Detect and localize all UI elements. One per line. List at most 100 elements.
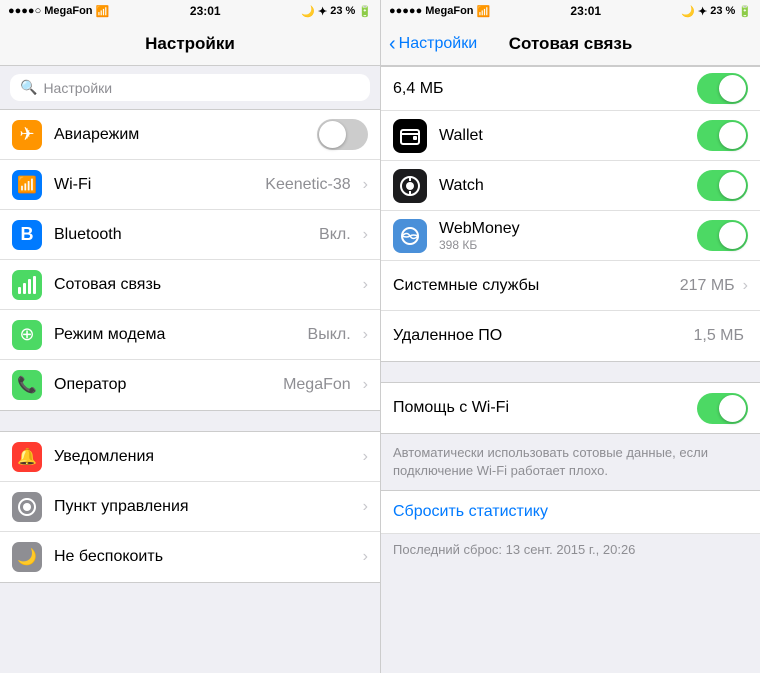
bluetooth-icon: B bbox=[12, 220, 42, 250]
right-status-bar: ●●●●● MegaFon 📶 23:01 🌙 ✦ 23 % 🔋 bbox=[381, 0, 760, 22]
airplane-toggle[interactable] bbox=[317, 119, 368, 150]
remote-software-item[interactable]: Удаленное ПО 1,5 МБ bbox=[381, 311, 760, 361]
system-services-arrow: › bbox=[743, 277, 748, 295]
bluetooth-status-icon: ✦ bbox=[318, 5, 327, 18]
wifi-assist-info: Автоматически использовать сотовые данны… bbox=[381, 436, 760, 490]
top-partial-section: 6,4 МБ Wallet Watch bbox=[381, 66, 760, 362]
wifi-icon: 📶 bbox=[12, 170, 42, 200]
hotspot-item[interactable]: ⊕ Режим модема Выкл. › bbox=[0, 310, 380, 360]
right-bluetooth-icon: ✦ bbox=[698, 5, 707, 18]
wallet-item[interactable]: Wallet bbox=[381, 111, 760, 161]
wifi-assist-item[interactable]: Помощь с Wi-Fi bbox=[381, 383, 760, 433]
dnd-right: › bbox=[359, 548, 368, 566]
system-services-label: Системные службы bbox=[393, 277, 680, 295]
wifi-assist-description: Автоматически использовать сотовые данны… bbox=[393, 445, 708, 478]
search-placeholder: Настройки bbox=[43, 80, 112, 96]
last-reset-text: Последний сброс: 13 сент. 2015 г., 20:26 bbox=[393, 542, 635, 557]
group-gap-1 bbox=[0, 413, 380, 431]
left-battery: 23 % bbox=[330, 5, 355, 17]
right-carrier-signal: ●●●●● MegaFon 📶 bbox=[389, 5, 490, 18]
moon-icon: 🌙 bbox=[301, 5, 315, 18]
webmoney-toggle[interactable] bbox=[697, 220, 748, 251]
hotspot-right: Выкл. › bbox=[308, 326, 368, 344]
airplane-label: Авиарежим bbox=[54, 126, 139, 144]
search-bar: 🔍 Настройки bbox=[0, 66, 380, 109]
notifications-item[interactable]: 🔔 Уведомления › bbox=[0, 432, 380, 482]
airplane-mode-item[interactable]: ✈ Авиарежим bbox=[0, 110, 380, 160]
airplane-right bbox=[317, 119, 368, 150]
last-reset-block: Последний сброс: 13 сент. 2015 г., 20:26 bbox=[381, 533, 760, 565]
signal-dots: ●●●●○ bbox=[8, 5, 41, 17]
wallet-toggle[interactable] bbox=[697, 120, 748, 151]
wifi-item[interactable]: 📶 Wi-Fi Keenetic-38 › bbox=[0, 160, 380, 210]
wallet-toggle-thumb bbox=[719, 122, 746, 149]
wifi-assist-toggle-thumb bbox=[719, 395, 746, 422]
airplane-icon: ✈ bbox=[12, 120, 42, 150]
dnd-item[interactable]: 🌙 Не беспокоить › bbox=[0, 532, 380, 582]
right-moon-icon: 🌙 bbox=[681, 5, 695, 18]
cellular-arrow: › bbox=[363, 276, 368, 294]
cellular-item[interactable]: Сотовая связь › bbox=[0, 260, 380, 310]
remote-software-value: 1,5 МБ bbox=[693, 327, 744, 345]
hotspot-icon: ⊕ bbox=[12, 320, 42, 350]
right-wifi-icon: 📶 bbox=[477, 5, 491, 18]
right-time: 23:01 bbox=[570, 4, 601, 18]
watch-app-icon bbox=[393, 169, 427, 203]
top-size: 6,4 МБ bbox=[393, 80, 697, 98]
search-input-wrapper[interactable]: 🔍 Настройки bbox=[10, 74, 370, 101]
notifications-icon: 🔔 bbox=[12, 442, 42, 472]
back-label: Настройки bbox=[399, 35, 477, 53]
wifi-assist-toggle[interactable] bbox=[697, 393, 748, 424]
remote-software-label: Удаленное ПО bbox=[393, 327, 693, 345]
watch-label-group: Watch bbox=[439, 177, 697, 195]
dnd-arrow: › bbox=[363, 548, 368, 566]
left-carrier: MegaFon bbox=[44, 5, 92, 17]
right-carrier: MegaFon bbox=[425, 5, 473, 17]
right-battery-info: 🌙 ✦ 23 % 🔋 bbox=[681, 5, 752, 18]
search-icon: 🔍 bbox=[20, 79, 37, 96]
control-center-icon bbox=[12, 492, 42, 522]
cellular-label: Сотовая связь bbox=[54, 276, 161, 294]
top-toggle-thumb bbox=[719, 75, 746, 102]
settings-group-1: ✈ Авиарежим 📶 Wi-Fi Keenetic-38 › B Blue… bbox=[0, 109, 380, 411]
notifications-right: › bbox=[359, 448, 368, 466]
wifi-arrow: › bbox=[363, 176, 368, 194]
top-toggle[interactable] bbox=[697, 73, 748, 104]
hotspot-label: Режим модема bbox=[54, 326, 165, 344]
settings-group-2: 🔔 Уведомления › Пункт управления › 🌙 Не … bbox=[0, 431, 380, 583]
system-services-item[interactable]: Системные службы 217 МБ › bbox=[381, 261, 760, 311]
webmoney-size: 398 КБ bbox=[439, 238, 697, 252]
left-battery-info: 🌙 ✦ 23 % 🔋 bbox=[301, 5, 372, 18]
wallet-label-group: Wallet bbox=[439, 127, 697, 145]
webmoney-item[interactable]: WebMoney 398 КБ bbox=[381, 211, 760, 261]
watch-toggle[interactable] bbox=[697, 170, 748, 201]
hotspot-arrow: › bbox=[363, 326, 368, 344]
right-signal-dots: ●●●●● bbox=[389, 5, 422, 17]
reset-link[interactable]: Сбросить статистику bbox=[393, 503, 548, 520]
control-center-arrow: › bbox=[363, 498, 368, 516]
notifications-label: Уведомления bbox=[54, 448, 154, 466]
back-button[interactable]: ‹ Настройки bbox=[389, 34, 477, 54]
left-time: 23:01 bbox=[190, 4, 221, 18]
watch-toggle-thumb bbox=[719, 172, 746, 199]
reset-section: Сбросить статистику bbox=[381, 490, 760, 533]
operator-item[interactable]: 📞 Оператор MegaFon › bbox=[0, 360, 380, 410]
watch-name: Watch bbox=[439, 177, 697, 195]
control-center-right: › bbox=[359, 498, 368, 516]
wallet-icon bbox=[393, 119, 427, 153]
left-nav-bar: Настройки bbox=[0, 22, 380, 66]
hotspot-value: Выкл. bbox=[308, 326, 355, 344]
bluetooth-arrow: › bbox=[363, 226, 368, 244]
airplane-toggle-thumb bbox=[319, 121, 346, 148]
group-gap-right bbox=[381, 364, 760, 382]
webmoney-toggle-thumb bbox=[719, 222, 746, 249]
wifi-value: Keenetic-38 bbox=[265, 176, 354, 194]
wifi-status-icon: 📶 bbox=[96, 5, 110, 18]
bluetooth-item[interactable]: B Bluetooth Вкл. › bbox=[0, 210, 380, 260]
watch-item[interactable]: Watch bbox=[381, 161, 760, 211]
dnd-label: Не беспокоить bbox=[54, 548, 163, 566]
control-center-item[interactable]: Пункт управления › bbox=[0, 482, 380, 532]
control-center-label: Пункт управления bbox=[54, 498, 189, 516]
system-services-value: 217 МБ bbox=[680, 277, 735, 295]
top-partial-item[interactable]: 6,4 МБ bbox=[381, 67, 760, 111]
